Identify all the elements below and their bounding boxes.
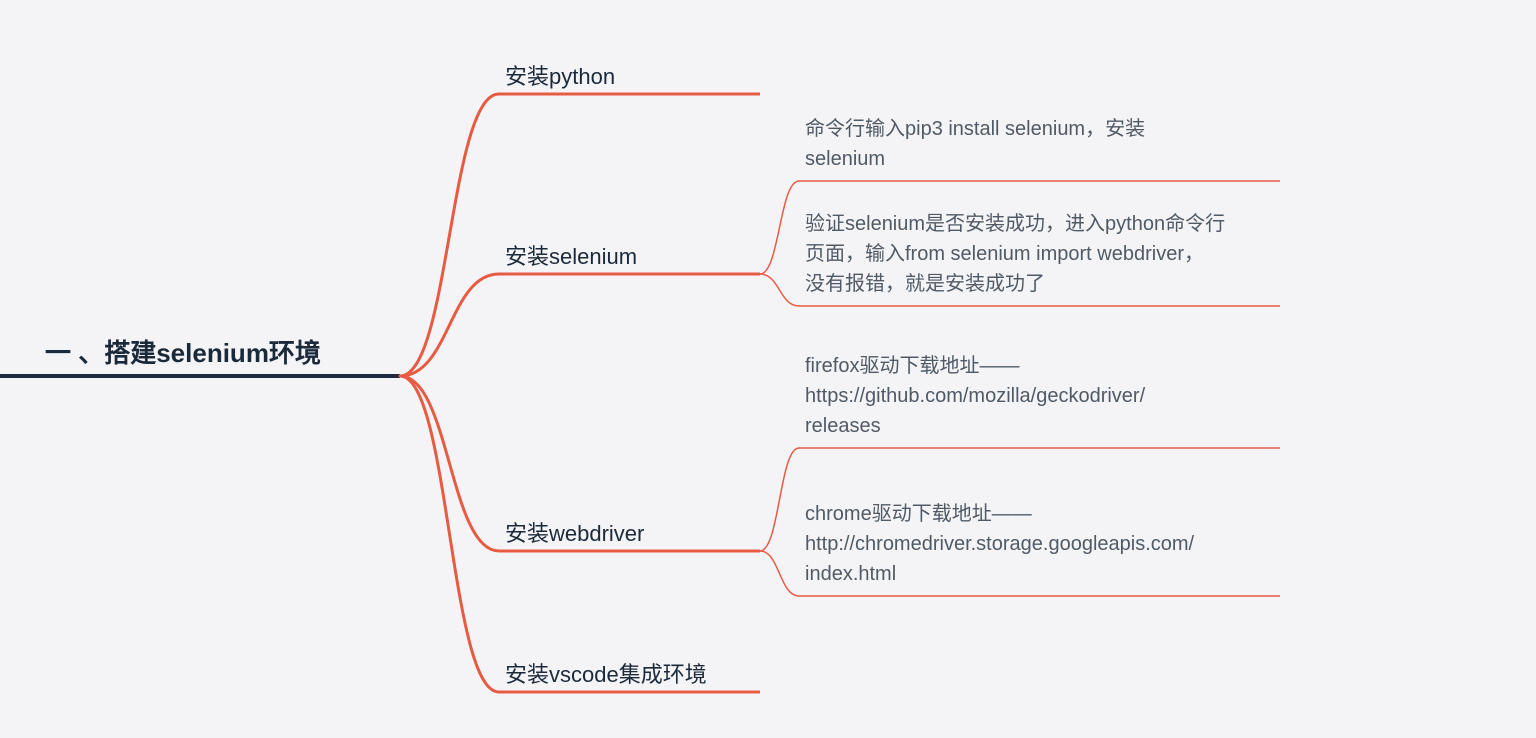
leaf-node: chrome驱动下载地址——http://chromedriver.storag… [805,502,1195,585]
root-to-branch-connector [400,94,499,376]
branch-to-leaf-connector [760,448,799,551]
branch-label: 安装webdriver [505,521,644,546]
root-to-branch-connector [400,376,499,692]
branch-to-leaf-connector [760,551,799,596]
leaf-node: 命令行输入pip3 install selenium，安装selenium [805,117,1145,170]
branch-label: 安装python [505,64,615,89]
branch-label: 安装vscode集成环境 [505,662,707,687]
mindmap-canvas: 一 、搭建selenium环境 安装python 安装selenium 命令行输入pi… [0,0,1536,738]
root-node: 一 、搭建selenium环境 [45,338,321,368]
branch-to-leaf-connector [760,274,799,306]
root-to-branch-connector [400,274,499,376]
leaf-node: firefox驱动下载地址——https://github.com/mozill… [805,354,1146,437]
branch-label: 安装selenium [505,244,637,269]
leaf-node: 验证selenium是否安装成功，进入python命令行页面，输入from se… [805,212,1225,295]
branch-to-leaf-connector [760,181,799,274]
